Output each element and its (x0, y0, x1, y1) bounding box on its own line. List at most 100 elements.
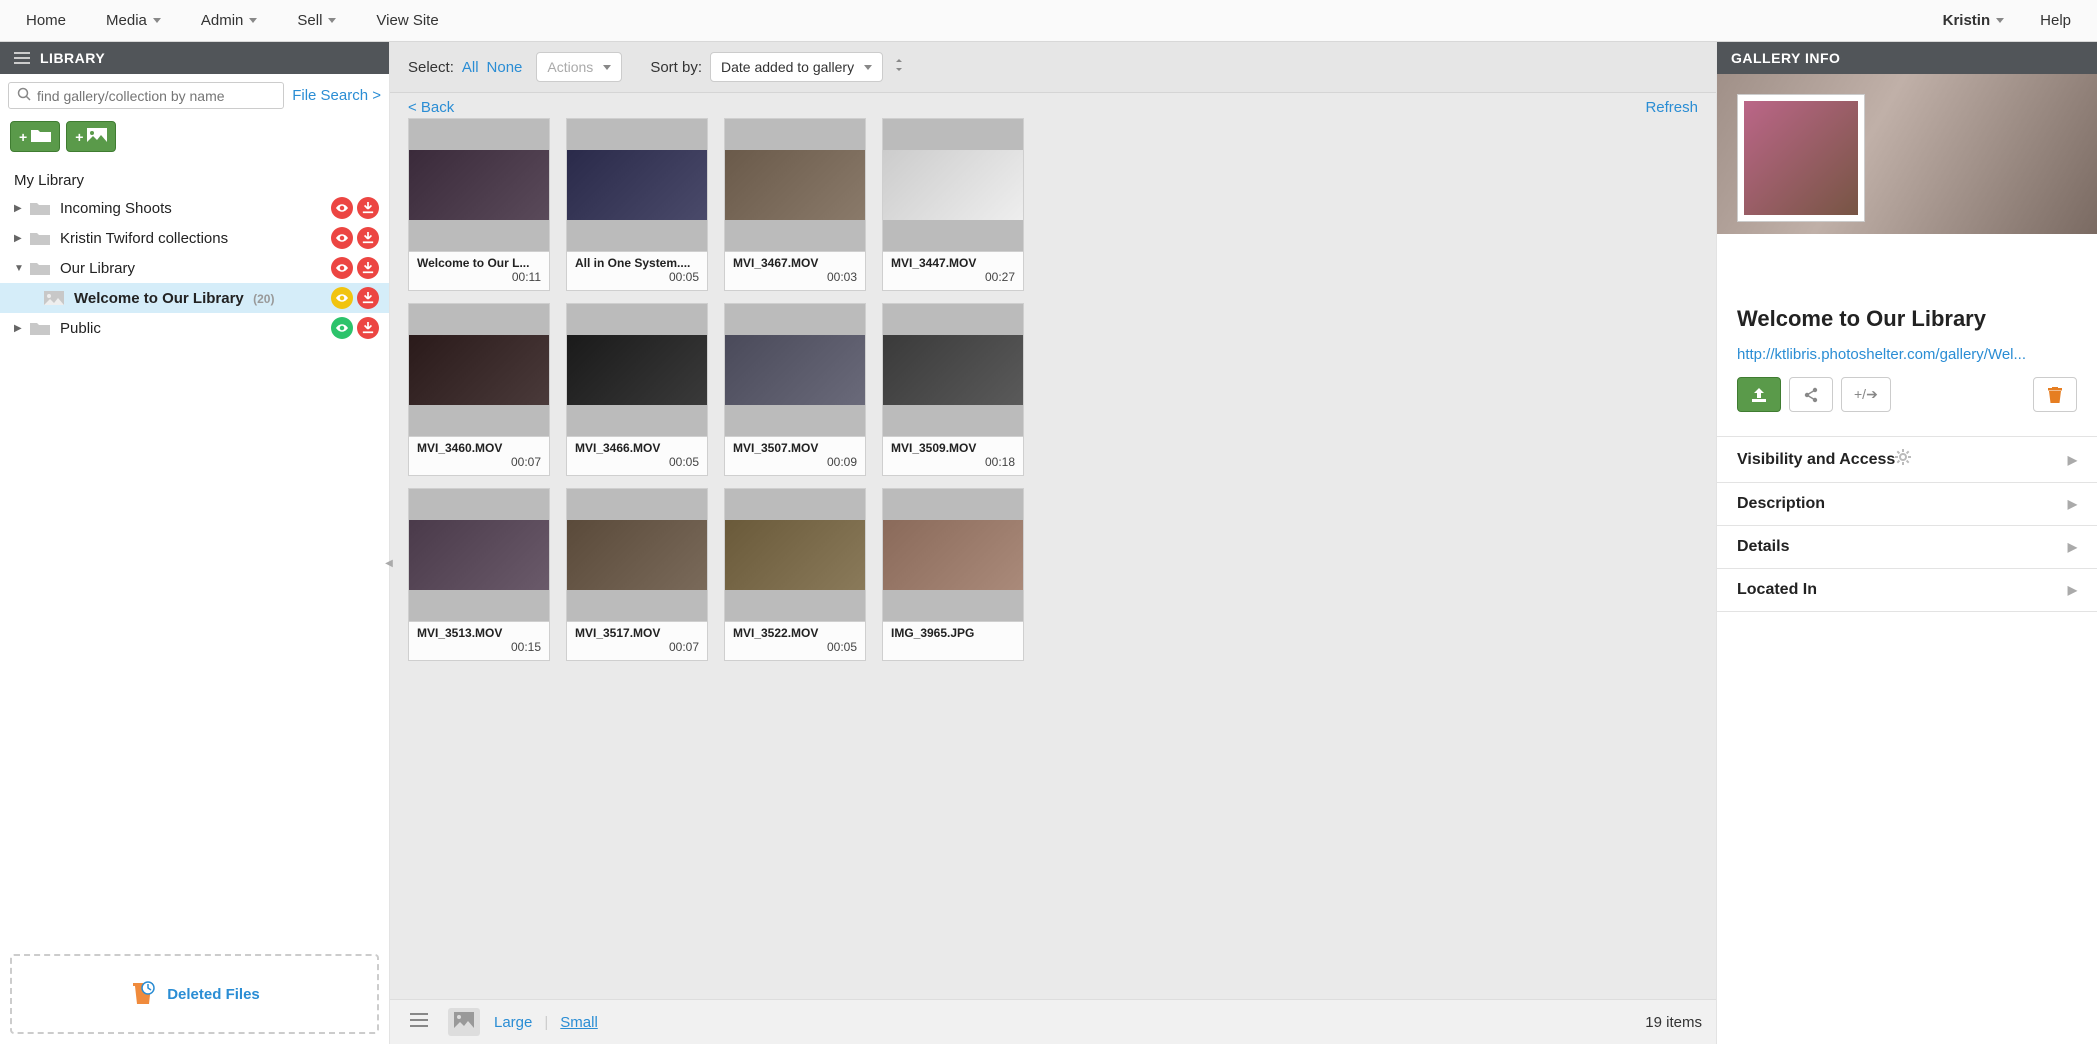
thumbnail-duration: 00:05 (733, 640, 857, 654)
delete-button[interactable] (2033, 377, 2077, 412)
red-eye-badge[interactable] (331, 227, 353, 249)
move-button[interactable]: +/➔ (1841, 377, 1891, 412)
thumbnail-duration: 00:18 (891, 455, 1015, 469)
expander-icon[interactable]: ▼ (14, 263, 24, 274)
accordion-row[interactable]: Located In▶ (1717, 569, 2097, 612)
expander-icon[interactable]: ▶ (14, 323, 24, 334)
gallery-info-accordion: Visibility and Access ▶ Description▶Detail… (1717, 436, 2097, 612)
chevron-right-icon: ▶ (2068, 453, 2077, 467)
red-eye-badge[interactable] (331, 197, 353, 219)
panel-resize-handle[interactable]: ◀ (384, 543, 394, 583)
tree-item[interactable]: ▼Our Library (0, 253, 389, 283)
nav-admin-label: Admin (201, 12, 244, 29)
thumbnail-view-icon[interactable] (448, 1008, 480, 1036)
thumbnail-name: All in One System.... (575, 256, 699, 270)
deleted-files-box[interactable]: Deleted Files (10, 954, 379, 1034)
tree-item-label: Welcome to Our Library (20) (74, 290, 331, 307)
thumbnail-tile[interactable]: MVI_3507.MOV00:09 (724, 303, 866, 476)
thumbnail-tile[interactable]: All in One System....00:05 (566, 118, 708, 291)
gear-icon[interactable] (1895, 449, 1911, 470)
refresh-link[interactable]: Refresh (1645, 99, 1698, 116)
nav-help[interactable]: Help (2022, 2, 2089, 39)
thumbnail-tile[interactable]: IMG_3965.JPG (882, 488, 1024, 661)
tree-item[interactable]: Welcome to Our Library (20) (0, 283, 389, 313)
library-header-label: LIBRARY (40, 50, 105, 66)
item-count: 19 items (1645, 1014, 1702, 1031)
thumbnail-duration: 00:09 (733, 455, 857, 469)
select-all-link[interactable]: All (462, 59, 479, 76)
expander-icon[interactable]: ▶ (14, 233, 24, 244)
caret-icon (328, 18, 336, 23)
thumbnail-tile[interactable]: MVI_3460.MOV00:07 (408, 303, 550, 476)
sort-dropdown[interactable]: Date added to gallery (710, 52, 883, 82)
yellow-eye-badge[interactable] (331, 287, 353, 309)
thumbnail-tile[interactable]: MVI_3517.MOV00:07 (566, 488, 708, 661)
folder-icon (31, 128, 51, 145)
red-eye-badge[interactable] (331, 257, 353, 279)
sort-toggle-icon[interactable] (891, 57, 907, 77)
file-search-link[interactable]: File Search > (292, 87, 381, 104)
nav-sell-label: Sell (297, 12, 322, 29)
library-search-input[interactable] (37, 88, 275, 104)
nav-admin[interactable]: Admin (183, 2, 276, 39)
thumbnail-tile[interactable]: MVI_3522.MOV00:05 (724, 488, 866, 661)
menu-icon[interactable] (404, 1009, 434, 1035)
image-icon (87, 128, 107, 145)
select-none-link[interactable]: None (487, 59, 523, 76)
add-gallery-button[interactable]: + (66, 121, 116, 152)
thumbnail-image (567, 119, 707, 251)
accordion-row[interactable]: Visibility and Access ▶ (1717, 437, 2097, 483)
thumbnail-tile[interactable]: MVI_3513.MOV00:15 (408, 488, 550, 661)
tree-item[interactable]: ▶Kristin Twiford collections (0, 223, 389, 253)
size-small-link[interactable]: Small (560, 1014, 598, 1031)
thumbnail-name: MVI_3522.MOV (733, 626, 857, 640)
back-link[interactable]: < Back (408, 99, 454, 116)
tree-item[interactable]: ▶Public (0, 313, 389, 343)
red-dl-badge[interactable] (357, 287, 379, 309)
accordion-row[interactable]: Description▶ (1717, 483, 2097, 526)
red-dl-badge[interactable] (357, 317, 379, 339)
thumbnail-name: MVI_3466.MOV (575, 441, 699, 455)
folder-icon (30, 260, 50, 276)
nav-home[interactable]: Home (8, 2, 84, 39)
actions-dropdown[interactable]: Actions (536, 52, 622, 82)
move-icon: +/➔ (1854, 386, 1878, 403)
caret-icon (249, 18, 257, 23)
thumbnail-duration: 00:07 (575, 640, 699, 654)
accordion-label: Visibility and Access (1737, 451, 1895, 469)
add-collection-button[interactable]: + (10, 121, 60, 152)
thumbnail-tile[interactable]: MVI_3466.MOV00:05 (566, 303, 708, 476)
tree-item[interactable]: ▶Incoming Shoots (0, 193, 389, 223)
upload-button[interactable] (1737, 377, 1781, 412)
thumbnail-tile[interactable]: MVI_3447.MOV00:27 (882, 118, 1024, 291)
size-large-link[interactable]: Large (494, 1014, 532, 1031)
expander-icon[interactable]: ▶ (14, 203, 24, 214)
red-dl-badge[interactable] (357, 227, 379, 249)
share-button[interactable] (1789, 377, 1833, 412)
gallery-title: Welcome to Our Library (1737, 306, 2077, 332)
red-dl-badge[interactable] (357, 197, 379, 219)
thumbnail-tile[interactable]: MVI_3467.MOV00:03 (724, 118, 866, 291)
gallery-grid-panel: Select: All None Actions Sort by: Date a… (390, 42, 1717, 1044)
library-search-wrap[interactable] (8, 82, 284, 109)
grid-scroll[interactable]: Welcome to Our L...00:11All in One Syste… (390, 118, 1716, 999)
thumbnail-name: Welcome to Our L... (417, 256, 541, 270)
gallery-icon (44, 290, 64, 306)
thumbnail-tile[interactable]: Welcome to Our L...00:11 (408, 118, 550, 291)
actions-label: Actions (547, 59, 593, 75)
green-eye-badge[interactable] (331, 317, 353, 339)
nav-view-site[interactable]: View Site (358, 2, 456, 39)
caret-icon (603, 65, 611, 70)
nav-user[interactable]: Kristin (1925, 2, 2023, 39)
library-tree: ▶Incoming Shoots▶Kristin Twiford collect… (0, 193, 389, 343)
nav-media[interactable]: Media (88, 2, 179, 39)
sort-label: Sort by: (650, 59, 702, 76)
gallery-cover-thumb (1737, 94, 1865, 222)
size-links: Large | Small (494, 1014, 598, 1031)
gallery-url[interactable]: http://ktlibris.photoshelter.com/gallery… (1737, 346, 2077, 363)
thumbnail-tile[interactable]: MVI_3509.MOV00:18 (882, 303, 1024, 476)
search-icon (17, 87, 31, 104)
nav-sell[interactable]: Sell (279, 2, 354, 39)
accordion-row[interactable]: Details▶ (1717, 526, 2097, 569)
red-dl-badge[interactable] (357, 257, 379, 279)
